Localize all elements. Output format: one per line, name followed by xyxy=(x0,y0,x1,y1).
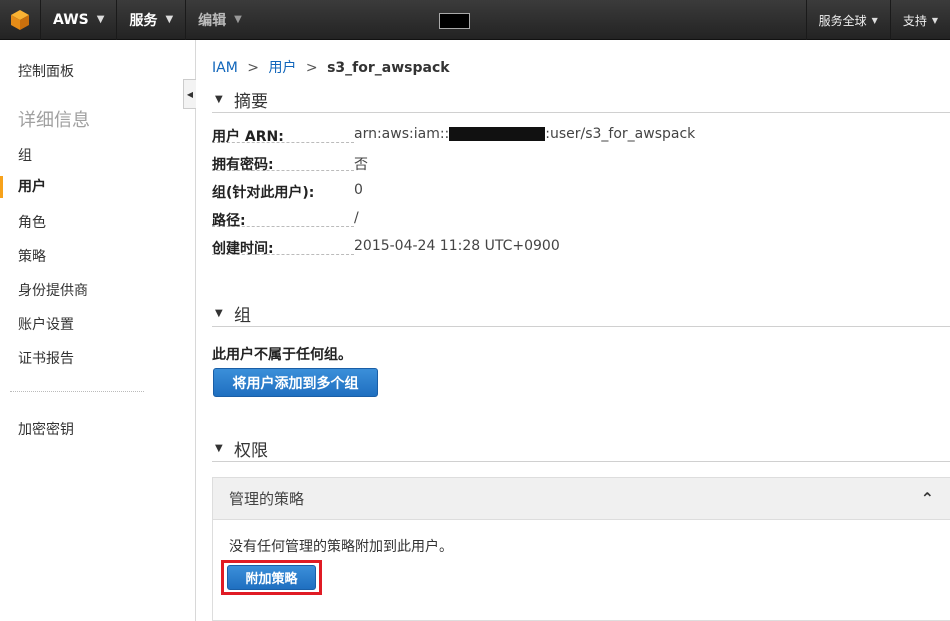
top-navigation-bar: AWS ▼ 服务 ▼ 编辑 ▼ 服务全球 ▼ 支持 ▼ xyxy=(0,0,950,40)
groups-count-label: 组(针对此用户): xyxy=(212,185,315,201)
created-label: 创建时间: xyxy=(212,238,354,257)
breadcrumb-separator: > xyxy=(305,60,318,76)
sidebar-item-policies[interactable]: 策略 xyxy=(0,246,195,266)
topbar-right: 服务全球 ▼ 支持 ▼ xyxy=(805,0,950,40)
path-value: / xyxy=(354,210,359,226)
collapse-sidebar-handle[interactable]: ◀ xyxy=(183,79,196,109)
managed-policies-header[interactable]: 管理的策略 ⌃ xyxy=(213,478,950,520)
arn-value-suffix: :user/s3_for_awspack xyxy=(545,126,696,142)
summary-title: 摘要 xyxy=(234,92,268,112)
summary-row-password: 拥有密码: 否 xyxy=(212,154,368,174)
chevron-down-icon: ▼ xyxy=(234,14,242,25)
arn-value: arn:aws:iam:::user/s3_for_awspack xyxy=(354,126,695,143)
services-menu-label: 服务 xyxy=(129,12,158,29)
sidebar-item-users[interactable]: 用户 xyxy=(0,176,195,198)
region-menu-label: 服务全球 xyxy=(818,13,867,28)
edit-menu-label: 编辑 xyxy=(198,12,227,29)
attach-policy-button[interactable]: 附加策略 xyxy=(227,565,316,590)
arn-label: 用户 ARN: xyxy=(212,126,354,145)
support-menu-label: 支持 xyxy=(902,13,927,28)
path-label: 路径: xyxy=(212,210,354,229)
groups-section-header[interactable]: ▼ 组 xyxy=(212,301,950,327)
sidebar-item-account-settings[interactable]: 账户设置 xyxy=(0,314,195,334)
sidebar-divider xyxy=(10,391,144,392)
managed-policies-panel: 管理的策略 ⌃ 没有任何管理的策略附加到此用户。 附加策略 xyxy=(212,477,950,621)
chevron-up-icon[interactable]: ⌃ xyxy=(921,489,934,508)
managed-policies-title: 管理的策略 xyxy=(229,490,305,508)
sidebar-heading-details: 详细信息 xyxy=(18,110,90,131)
breadcrumb-current: s3_for_awspack xyxy=(327,60,450,76)
aws-cube-icon[interactable] xyxy=(0,0,40,40)
breadcrumb-iam-link[interactable]: IAM xyxy=(212,60,238,76)
caret-down-icon: ▼ xyxy=(215,443,223,454)
services-menu[interactable]: 服务 ▼ xyxy=(117,0,185,40)
chevron-down-icon: ▼ xyxy=(931,15,938,25)
aws-menu-label: AWS xyxy=(53,11,89,28)
groups-count-value: 0 xyxy=(354,182,363,198)
password-label: 拥有密码: xyxy=(212,154,354,173)
caret-down-icon: ▼ xyxy=(215,308,223,319)
summary-section-header[interactable]: ▼ 摘要 xyxy=(212,87,950,113)
groups-title: 组 xyxy=(234,306,251,326)
sidebar-item-credential-report[interactable]: 证书报告 xyxy=(0,348,195,368)
summary-row-arn: 用户 ARN: arn:aws:iam:::user/s3_for_awspac… xyxy=(212,126,695,145)
breadcrumb: IAM > 用户 > s3_for_awspack xyxy=(212,57,450,77)
summary-row-path: 路径: / xyxy=(212,210,359,229)
breadcrumb-users-link[interactable]: 用户 xyxy=(268,60,296,76)
chevron-left-icon: ◀ xyxy=(186,89,194,99)
chevron-down-icon: ▼ xyxy=(96,14,105,25)
add-user-to-groups-button[interactable]: 将用户添加到多个组 xyxy=(213,368,378,397)
edit-menu[interactable]: 编辑 ▼ xyxy=(186,0,254,40)
chevron-down-icon: ▼ xyxy=(165,14,174,25)
password-value: 否 xyxy=(354,157,368,173)
aws-menu[interactable]: AWS ▼ xyxy=(41,0,116,40)
sidebar-item-roles[interactable]: 角色 xyxy=(0,212,195,232)
created-value: 2015-04-24 11:28 UTC+0900 xyxy=(354,238,560,254)
permissions-section-header[interactable]: ▼ 权限 xyxy=(212,436,950,462)
chevron-down-icon: ▼ xyxy=(871,15,878,25)
sidebar-item-encryption-keys[interactable]: 加密密钥 xyxy=(0,419,195,439)
redacted-account-id xyxy=(449,127,546,141)
sidebar-item-identity-providers[interactable]: 身份提供商 xyxy=(0,280,195,300)
sidebar: 控制面板 详细信息 组 用户 角色 策略 身份提供商 账户设置 证书报告 加密密… xyxy=(0,40,196,621)
managed-policies-empty-note: 没有任何管理的策略附加到此用户。 xyxy=(229,539,453,555)
breadcrumb-separator: > xyxy=(247,60,259,76)
sidebar-item-groups[interactable]: 组 xyxy=(0,145,195,165)
caret-down-icon: ▼ xyxy=(215,94,223,105)
support-menu[interactable]: 支持 ▼ xyxy=(891,0,950,40)
summary-row-created: 创建时间: 2015-04-24 11:28 UTC+0900 xyxy=(212,238,560,257)
main-content: IAM > 用户 > s3_for_awspack ▼ 摘要 用户 ARN: a… xyxy=(196,40,950,621)
region-menu[interactable]: 服务全球 ▼ xyxy=(807,0,890,40)
summary-row-groups: 组(针对此用户): 0 xyxy=(212,182,363,201)
permissions-title: 权限 xyxy=(234,441,268,461)
redacted-box xyxy=(439,13,470,29)
groups-empty-note: 此用户不属于任何组。 xyxy=(212,347,352,363)
arn-value-prefix: arn:aws:iam:: xyxy=(354,126,450,142)
sidebar-item-dashboard[interactable]: 控制面板 xyxy=(0,61,195,81)
